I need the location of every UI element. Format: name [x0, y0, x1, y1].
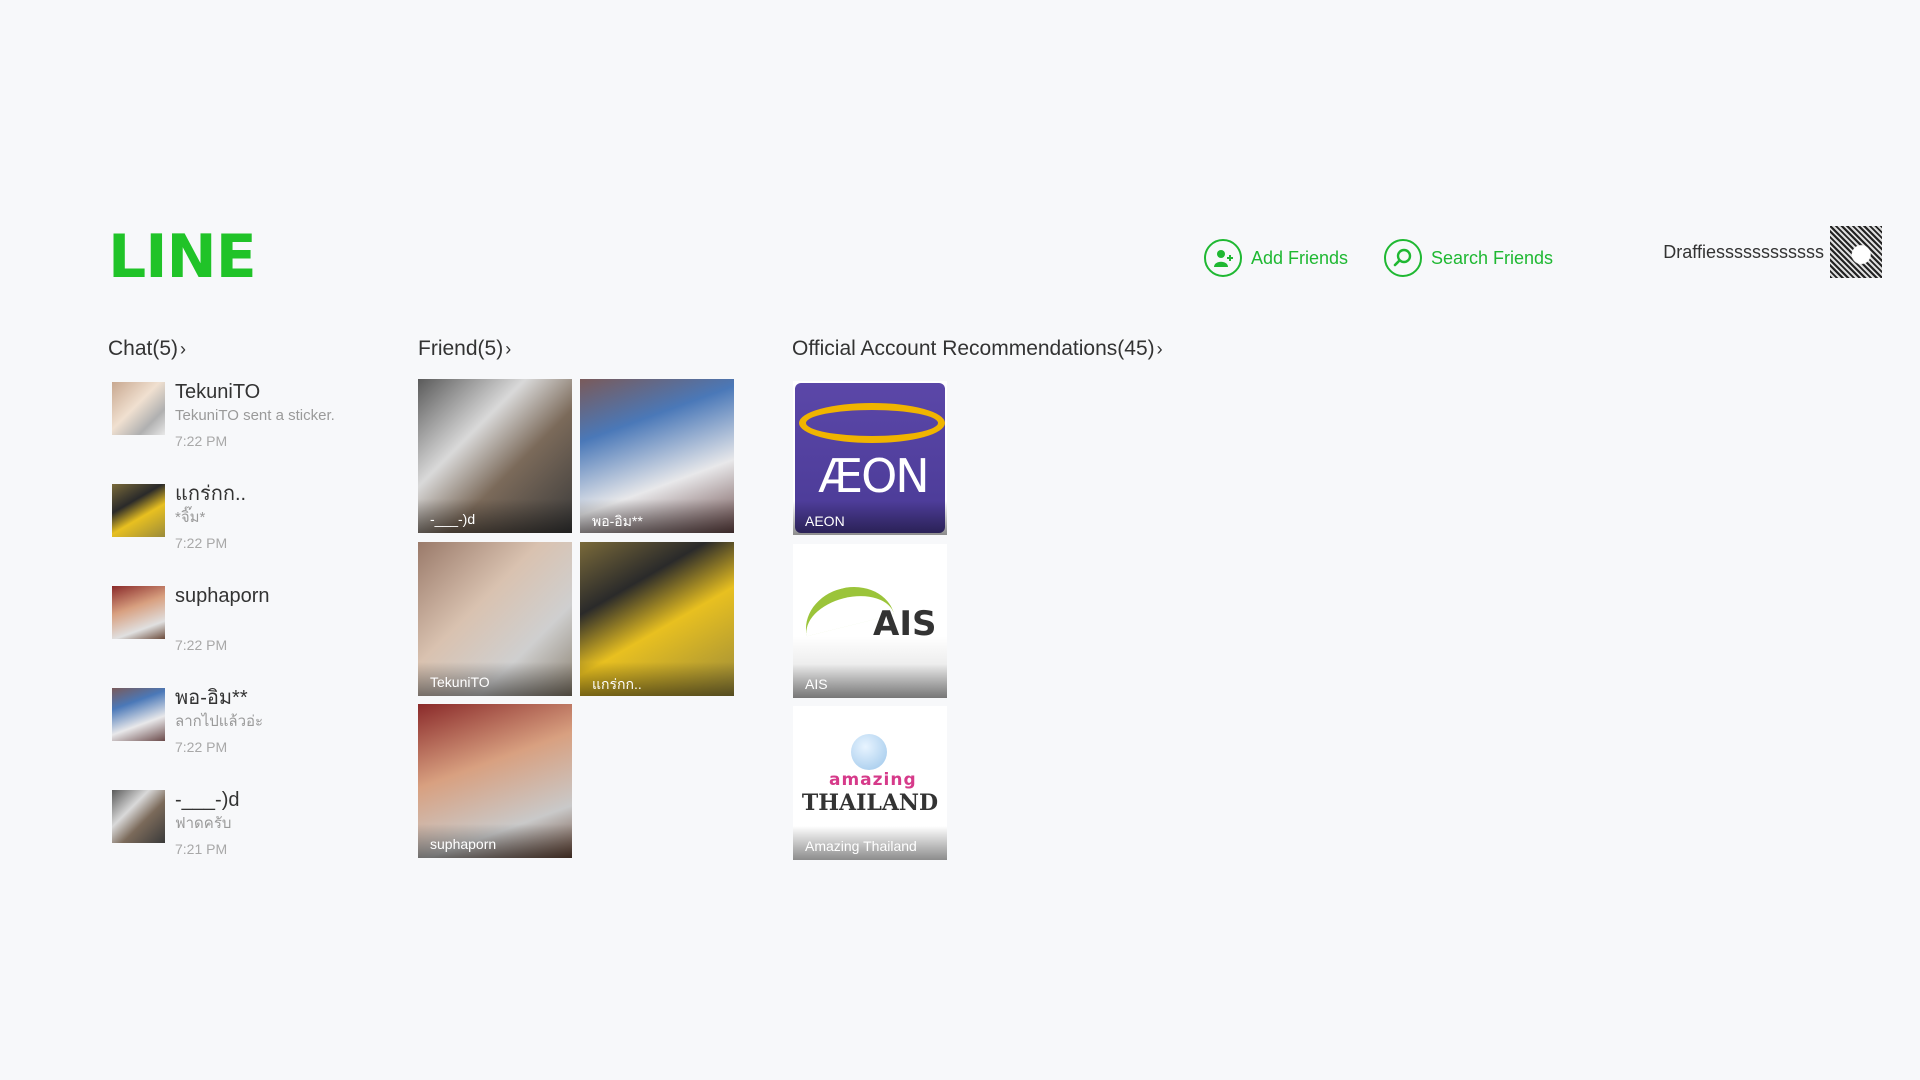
friend-tile[interactable]: suphaporn	[418, 704, 572, 858]
chevron-right-icon: ›	[180, 339, 187, 359]
official-account-name: AEON	[793, 501, 947, 535]
chat-name: suphaporn	[175, 585, 270, 607]
add-friends-button[interactable]: Add Friends	[1204, 238, 1348, 278]
friend-name: TekuniTO	[418, 662, 572, 696]
official-section-title[interactable]: Official Account Recommendations(45) ›	[792, 337, 1163, 361]
add-friends-label: Add Friends	[1251, 247, 1349, 268]
avatar	[112, 790, 165, 843]
chat-time: 7:21 PM	[175, 841, 228, 857]
profile-name: Draffiessssssssssss	[1663, 241, 1824, 262]
aeon-logo-ring	[799, 403, 945, 443]
friend-name: -___-)d	[418, 499, 572, 533]
chat-item[interactable]: suphaporn 7:22 PM	[112, 585, 372, 688]
search-friends-label: Search Friends	[1431, 247, 1554, 268]
official-account-name: AIS	[793, 664, 947, 698]
chat-item[interactable]: TekuniTO TekuniTO sent a sticker. 7:22 P…	[112, 381, 372, 484]
chat-time: 7:22 PM	[175, 637, 228, 653]
avatar	[112, 586, 165, 639]
chat-preview	[175, 610, 270, 630]
avatar	[112, 688, 165, 741]
amazing-thailand-mascot	[851, 734, 887, 770]
ais-logo-text: AIS	[873, 604, 937, 644]
friend-name: แกร่กก..	[580, 662, 734, 696]
chat-time: 7:22 PM	[175, 739, 228, 755]
friend-tile[interactable]: แกร่กก..	[580, 542, 734, 696]
chat-preview: *จิ๊ม*	[175, 509, 206, 526]
chat-time: 7:22 PM	[175, 433, 228, 449]
search-friends-button[interactable]: Search Friends	[1384, 238, 1553, 278]
official-account-tile[interactable]: AIS AIS	[793, 544, 947, 698]
chat-name: พอ-อิม**	[175, 687, 248, 709]
friend-tile[interactable]: TekuniTO	[418, 542, 572, 696]
chevron-right-icon: ›	[505, 339, 512, 359]
avatar	[112, 382, 165, 435]
friend-tile[interactable]: พอ-อิม**	[580, 379, 734, 533]
chat-section-label: Chat(5)	[108, 337, 179, 360]
official-account-tile[interactable]: ÆON AEON	[793, 381, 947, 535]
aeon-logo-text: ÆON	[818, 449, 929, 503]
friend-section-label: Friend(5)	[418, 337, 504, 360]
chat-item[interactable]: พอ-อิม** ลากไปแล้วอ่ะ 7:22 PM	[112, 687, 372, 790]
friend-name: พอ-อิม**	[580, 499, 734, 533]
chat-section-title[interactable]: Chat(5) ›	[108, 337, 186, 361]
amazing-thailand-logo-bottom: THAILAND	[801, 790, 939, 816]
chevron-right-icon: ›	[1156, 339, 1163, 359]
search-icon	[1384, 239, 1422, 277]
chat-time: 7:22 PM	[175, 535, 228, 551]
amazing-thailand-logo-top: amazing	[829, 770, 917, 790]
avatar	[112, 484, 165, 537]
avatar	[1830, 226, 1882, 278]
official-account-tile[interactable]: amazing THAILAND Amazing Thailand	[793, 706, 947, 860]
chat-name: -___-)d	[175, 789, 240, 811]
profile[interactable]: Draffiessssssssssss	[1663, 226, 1882, 278]
chat-preview: ฟาดครับ	[175, 815, 232, 832]
line-logo: LINE	[108, 222, 257, 292]
chat-preview: TekuniTO sent a sticker.	[175, 407, 335, 424]
friend-section-title[interactable]: Friend(5) ›	[418, 337, 511, 361]
friend-tile[interactable]: -___-)d	[418, 379, 572, 533]
chat-list: TekuniTO TekuniTO sent a sticker. 7:22 P…	[112, 381, 372, 892]
chat-item[interactable]: -___-)d ฟาดครับ 7:21 PM	[112, 789, 372, 892]
friend-name: suphaporn	[418, 824, 572, 858]
official-account-name: Amazing Thailand	[793, 826, 947, 860]
chat-item[interactable]: แกร่กก.. *จิ๊ม* 7:22 PM	[112, 483, 372, 586]
chat-name: TekuniTO	[175, 381, 261, 403]
chat-name: แกร่กก..	[175, 483, 247, 505]
chat-preview: ลากไปแล้วอ่ะ	[175, 713, 264, 730]
add-friend-icon	[1204, 239, 1242, 277]
official-section-label: Official Account Recommendations(45)	[792, 337, 1155, 360]
